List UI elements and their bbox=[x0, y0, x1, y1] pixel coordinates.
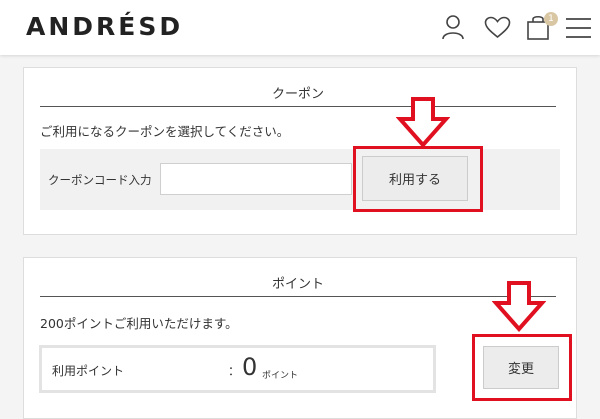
site-logo[interactable]: ANDRÉSD bbox=[26, 12, 183, 41]
site-header: ANDRÉSD 1 bbox=[0, 0, 600, 55]
points-unit: ポイント bbox=[262, 371, 299, 381]
points-divider bbox=[40, 296, 556, 297]
points-description: 200ポイントご利用いただけます。 bbox=[40, 316, 238, 331]
points-use-label: 利用ポイント bbox=[52, 364, 125, 378]
user-icon[interactable] bbox=[441, 14, 465, 40]
coupon-code-input[interactable] bbox=[160, 163, 352, 195]
coupon-code-label: クーポンコード入力 bbox=[48, 173, 152, 187]
points-usage-box: 利用ポイント ： 0 ポイント bbox=[39, 345, 436, 393]
points-title: ポイント bbox=[271, 277, 324, 292]
points-separator: ： bbox=[228, 364, 241, 378]
change-button-highlight bbox=[472, 334, 572, 401]
cart-count-badge: 1 bbox=[544, 12, 558, 26]
points-arrow-down-icon bbox=[492, 281, 546, 332]
coupon-arrow-down-icon bbox=[396, 97, 450, 148]
coupon-description: ご利用になるクーポンを選択してください。 bbox=[40, 124, 290, 139]
coupon-panel: クーポン ご利用になるクーポンを選択してください。 クーポンコード入力 bbox=[23, 67, 577, 235]
coupon-button-highlight bbox=[353, 146, 483, 212]
heart-icon[interactable] bbox=[484, 16, 511, 39]
menu-icon[interactable] bbox=[565, 17, 592, 39]
coupon-title: クーポン bbox=[271, 87, 324, 102]
points-value[interactable]: 0 bbox=[242, 353, 257, 381]
coupon-divider bbox=[40, 106, 556, 107]
